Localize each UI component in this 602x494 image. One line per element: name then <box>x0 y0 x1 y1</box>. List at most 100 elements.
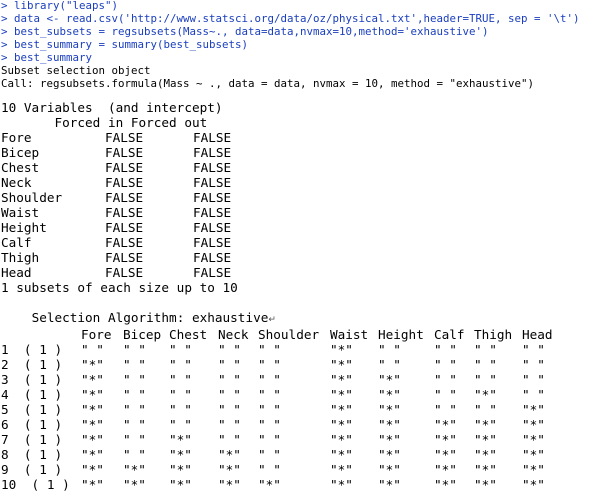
subset-cell: "*" <box>330 402 353 417</box>
subset-row-label: 10 ( 1 ) <box>1 477 70 492</box>
subset-cell: " " <box>169 342 192 357</box>
subset-cell: "*" <box>218 447 241 462</box>
subset-cell: " " <box>169 417 192 432</box>
subset-cell: " " <box>258 342 281 357</box>
subset-cell: " " <box>169 387 192 402</box>
subset-column-header: Shoulder <box>258 327 320 342</box>
r-console: > library("leaps") > data <- read.csv('h… <box>1 0 601 494</box>
subset-cell: " " <box>378 357 401 372</box>
subset-cell: "*" <box>81 402 104 417</box>
subset-cell: "*" <box>330 462 353 477</box>
subset-row-label: 3 ( 1 ) <box>1 372 63 387</box>
forced-out-value: FALSE <box>193 130 232 145</box>
subset-cell: " " <box>258 372 281 387</box>
forced-in-value: FALSE <box>105 250 144 265</box>
subset-cell: "*" <box>522 432 545 447</box>
subset-column-header: Chest <box>169 327 208 342</box>
subset-cell: "*" <box>474 447 497 462</box>
subset-cell: "*" <box>81 462 104 477</box>
subset-cell: " " <box>474 372 497 387</box>
forced-row-variable: Waist <box>1 205 40 220</box>
subset-cell: "*" <box>522 477 545 492</box>
forced-row-variable: Fore <box>1 130 32 145</box>
subset-cell: "*" <box>474 462 497 477</box>
subset-cell: "*" <box>81 447 104 462</box>
subset-cell: " " <box>218 432 241 447</box>
subset-cell: " " <box>123 342 146 357</box>
subset-cell: "*" <box>330 432 353 447</box>
subset-cell: "*" <box>434 462 457 477</box>
forced-row-variable: Neck <box>1 175 32 190</box>
forced-in-value: FALSE <box>105 145 144 160</box>
subset-cell: " " <box>218 417 241 432</box>
subset-cell: "*" <box>218 462 241 477</box>
subset-cell: "*" <box>123 477 146 492</box>
subset-cell: " " <box>522 342 545 357</box>
subset-row-label: 4 ( 1 ) <box>1 387 63 402</box>
subset-cell: " " <box>218 387 241 402</box>
subset-row-label: 5 ( 1 ) <box>1 402 63 417</box>
subset-cell: "*" <box>522 447 545 462</box>
subset-cell: "*" <box>474 477 497 492</box>
forced-in-value: FALSE <box>105 220 144 235</box>
subset-column-header: Fore <box>81 327 112 342</box>
forced-row-variable: Shoulder <box>1 190 63 205</box>
subset-cell: "*" <box>81 357 104 372</box>
subset-cell: " " <box>522 387 545 402</box>
forced-out-value: FALSE <box>193 160 232 175</box>
subset-column-header: Height <box>378 327 424 342</box>
subset-cell: "*" <box>169 432 192 447</box>
forced-out-value: FALSE <box>193 175 232 190</box>
forced-row-variable: Chest <box>1 160 40 175</box>
subset-column-header: Head <box>522 327 553 342</box>
subset-cell: " " <box>123 447 146 462</box>
forced-in-value: FALSE <box>105 265 144 280</box>
return-arrow-icon: ↵ <box>268 315 276 325</box>
subset-cell: "*" <box>474 387 497 402</box>
subset-cell: "*" <box>330 447 353 462</box>
subset-row-label: 2 ( 1 ) <box>1 357 63 372</box>
subset-cell: " " <box>434 372 457 387</box>
subset-cell: "*" <box>522 402 545 417</box>
subset-column-header: Waist <box>330 327 369 342</box>
subset-column-header: Thigh <box>474 327 513 342</box>
subset-cell: "*" <box>378 387 401 402</box>
subset-row-label: 1 ( 1 ) <box>1 342 63 357</box>
subset-cell: "*" <box>258 477 281 492</box>
subset-cell: "*" <box>434 447 457 462</box>
forced-out-value: FALSE <box>193 145 232 160</box>
algorithm-text: Selection Algorithm: exhaustive <box>31 310 269 325</box>
subset-cell: "*" <box>169 462 192 477</box>
subset-cell: " " <box>123 357 146 372</box>
forced-in-value: FALSE <box>105 235 144 250</box>
subset-cell: "*" <box>330 417 353 432</box>
subset-row-label: 7 ( 1 ) <box>1 432 63 447</box>
subset-cell: " " <box>169 357 192 372</box>
forced-out-value: FALSE <box>193 205 232 220</box>
subset-cell: " " <box>218 372 241 387</box>
forced-out-value: FALSE <box>193 235 232 250</box>
forced-row-variable: Bicep <box>1 145 40 160</box>
subset-cell: " " <box>258 387 281 402</box>
forced-out-value: FALSE <box>193 250 232 265</box>
subset-cell: " " <box>218 342 241 357</box>
subset-cell: "*" <box>123 462 146 477</box>
subset-cell: " " <box>258 447 281 462</box>
subset-cell: "*" <box>169 477 192 492</box>
subset-cell: "*" <box>378 372 401 387</box>
subset-cell: "*" <box>330 342 353 357</box>
subset-cell: " " <box>522 357 545 372</box>
subset-cell: "*" <box>434 432 457 447</box>
output-call-line: Call: regsubsets.formula(Mass ~ ., data … <box>1 77 535 90</box>
subsets-note: 1 subsets of each size up to 10 <box>1 280 238 295</box>
subset-cell: "*" <box>434 477 457 492</box>
subset-cell: " " <box>123 372 146 387</box>
subset-cell: " " <box>123 417 146 432</box>
subset-cell: "*" <box>330 387 353 402</box>
subset-cell: " " <box>169 372 192 387</box>
subset-cell: " " <box>434 357 457 372</box>
subset-cell: "*" <box>218 477 241 492</box>
subset-cell: "*" <box>378 477 401 492</box>
subset-cell: " " <box>169 402 192 417</box>
subset-cell: " " <box>218 402 241 417</box>
